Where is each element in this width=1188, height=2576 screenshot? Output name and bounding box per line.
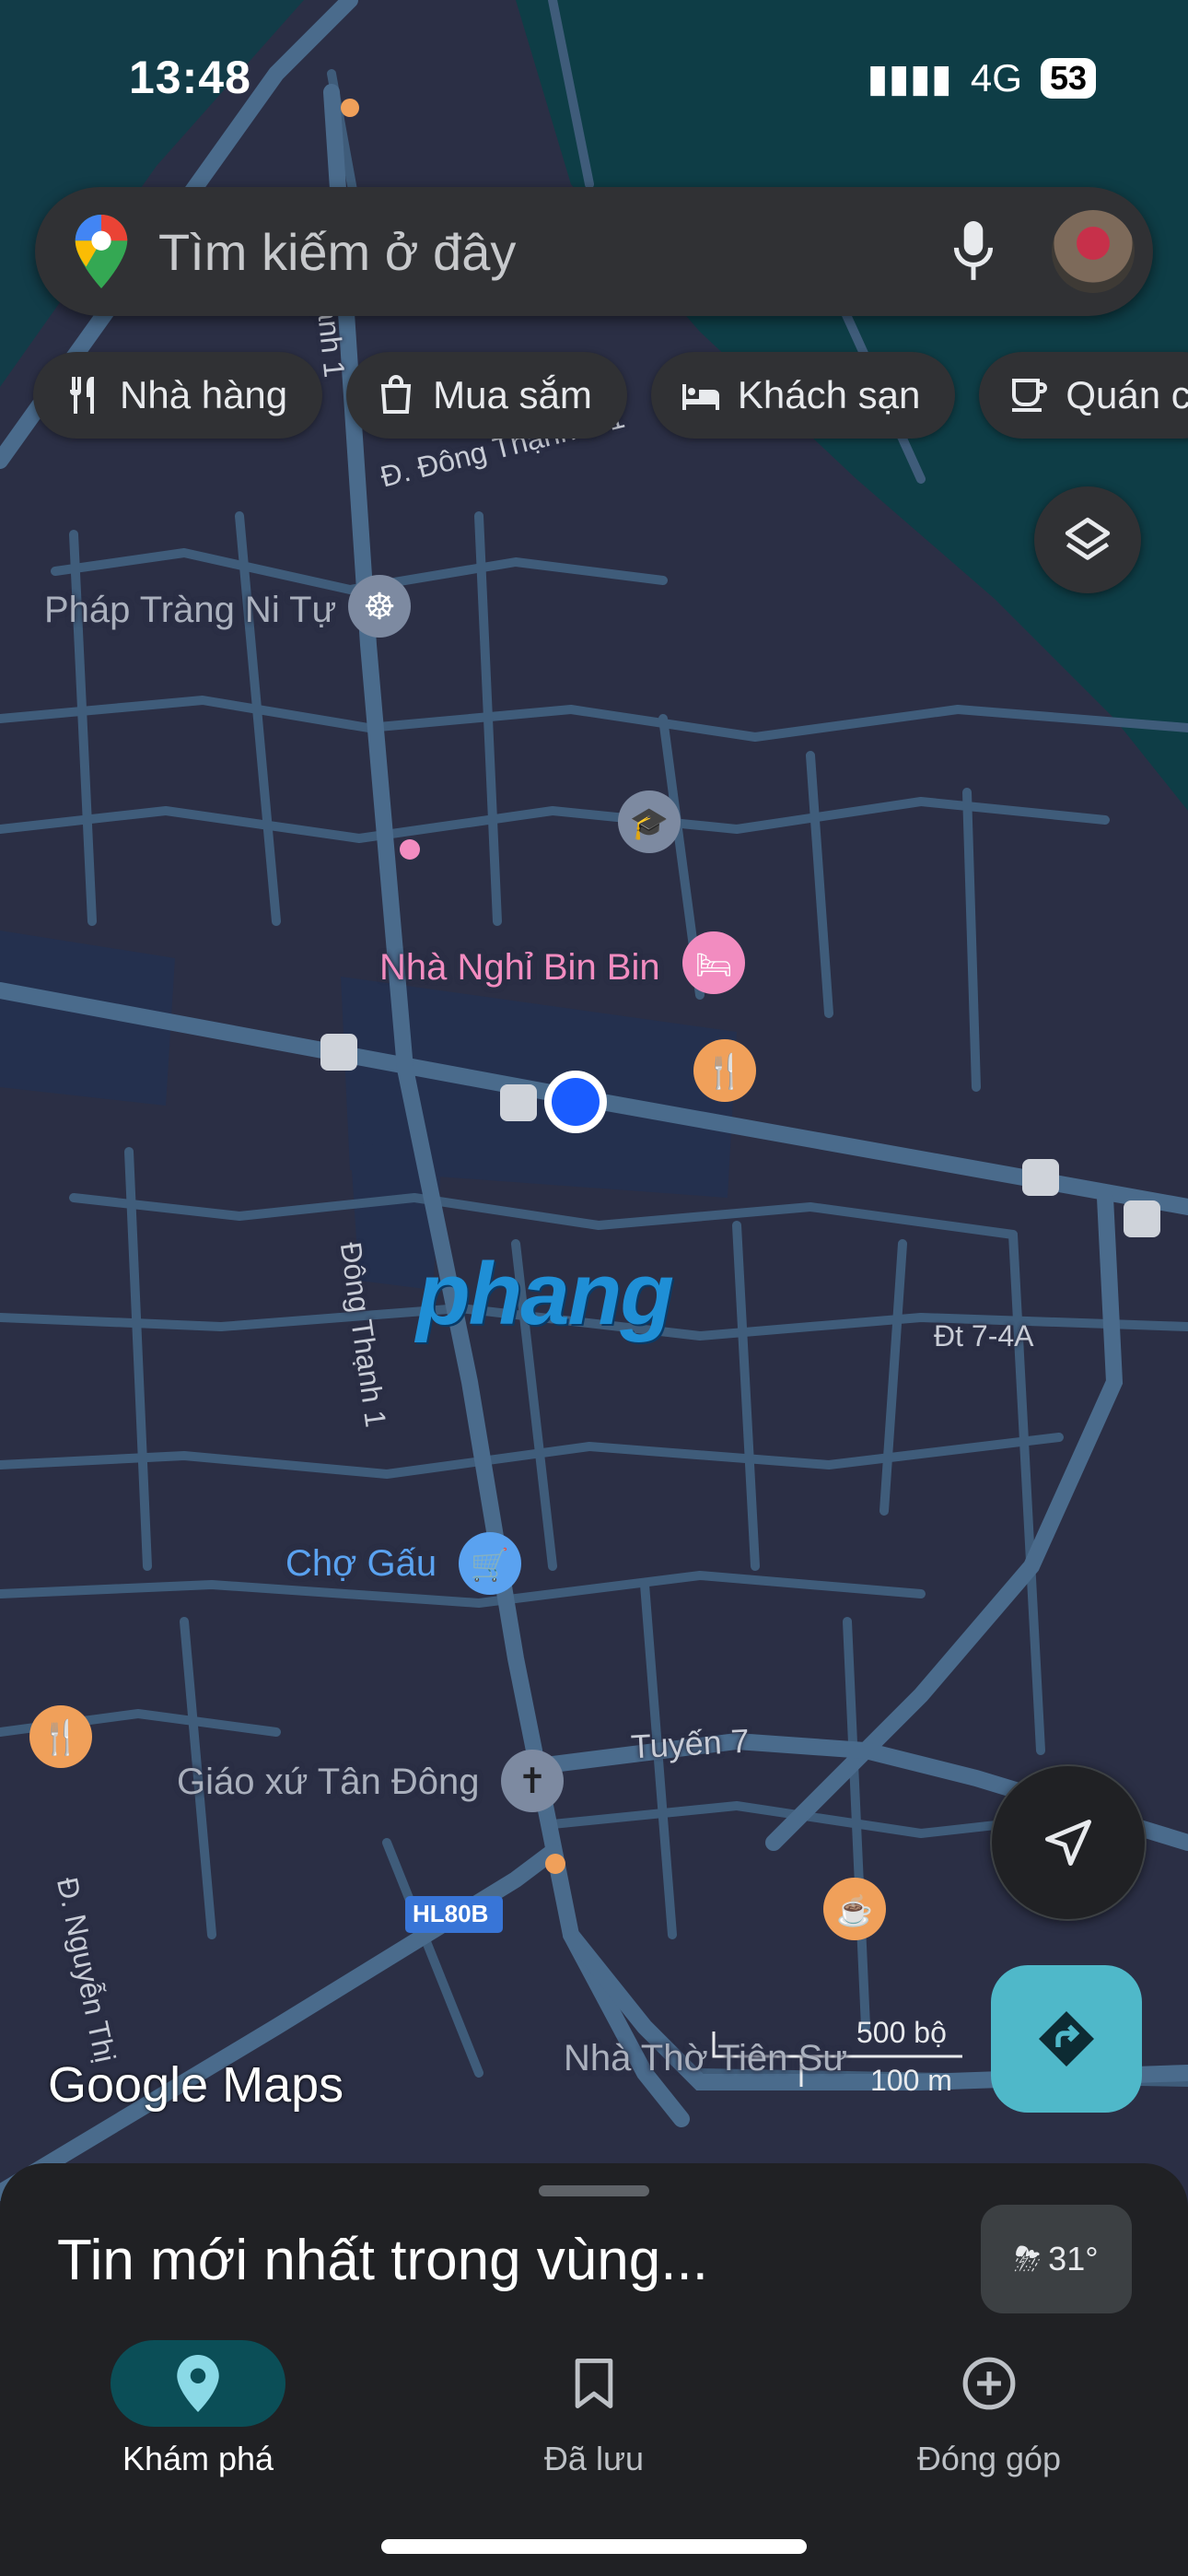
road-label-dt-7-4a: Đt 7-4A xyxy=(934,1319,1034,1352)
hotel-pin: 🛏 xyxy=(682,931,745,994)
road-label-tuyen-7: Tuyến 7 xyxy=(629,1721,751,1766)
layers-icon xyxy=(1065,517,1111,560)
battery-icon: 53 xyxy=(1040,57,1096,99)
svg-text:🍴: 🍴 xyxy=(705,1052,746,1091)
bed-icon xyxy=(681,384,719,410)
svg-text:🎓: 🎓 xyxy=(630,806,669,841)
svg-text:✝: ✝ xyxy=(518,1762,547,1801)
svg-text:🛒: 🛒 xyxy=(471,1547,509,1583)
explore-pin-icon xyxy=(177,2355,219,2412)
chip-label: Mua sắm xyxy=(433,373,592,416)
add-circle-icon xyxy=(962,2357,1016,2410)
signal-icon: ▮▮▮▮ xyxy=(867,56,952,100)
layers-button[interactable] xyxy=(1034,486,1141,593)
bookmark-icon xyxy=(575,2359,613,2408)
restaurant-pin: 🍴 xyxy=(693,1039,756,1102)
church-pin: ✝ xyxy=(501,1750,564,1812)
nav-label: Đóng góp xyxy=(916,2440,1062,2477)
scale-imperial: 500 bộ xyxy=(856,2016,947,2049)
chip-label: Nhà hàng xyxy=(120,373,288,416)
nav-contribute[interactable]: Đóng góp xyxy=(851,2340,1127,2478)
navigation-arrow-icon xyxy=(1045,1820,1091,1866)
bus-stop-icon xyxy=(1124,1200,1160,1237)
market-label[interactable]: Chợ Gấu xyxy=(285,1543,437,1585)
chip-cafes[interactable]: Quán c xyxy=(979,352,1188,439)
avatar[interactable] xyxy=(1052,210,1135,293)
chip-label: Khách sạn xyxy=(737,373,921,416)
bus-stop-icon xyxy=(500,1084,537,1121)
chip-shopping[interactable]: Mua sắm xyxy=(346,352,627,439)
my-location-button[interactable] xyxy=(990,1764,1147,1921)
google-maps-logo: Google Maps xyxy=(48,2057,344,2113)
bus-stop-icon xyxy=(1022,1159,1059,1196)
church2-label[interactable]: Nhà Thờ Tiên Sư xyxy=(564,2038,847,2079)
nav-explore[interactable]: Khám phá xyxy=(60,2340,336,2478)
svg-text:🍴: 🍴 xyxy=(41,1718,82,1757)
chip-hotels[interactable]: Khách sạn xyxy=(650,352,956,439)
svg-text:🛏: 🛏 xyxy=(695,948,733,981)
temple-label[interactable]: Pháp Tràng Ni Tự xyxy=(44,590,336,631)
google-maps-pin-icon xyxy=(75,215,128,288)
scale-metric: 100 m xyxy=(870,2064,952,2097)
school-pin: 🎓 xyxy=(618,790,681,853)
category-chips: Nhà hàng Mua sắm Khách sạn Quán c xyxy=(33,352,1188,439)
church-label[interactable]: Giáo xứ Tân Đông xyxy=(177,1762,479,1803)
nav-label: Đã lưu xyxy=(543,2440,645,2477)
svg-text:☕: ☕ xyxy=(836,1893,873,1927)
shopping-bag-icon xyxy=(381,375,412,414)
sheet-drag-handle[interactable] xyxy=(539,2185,649,2196)
chip-restaurants[interactable]: Nhà hàng xyxy=(33,352,323,439)
search-input[interactable]: Tìm kiếm ở đây xyxy=(158,222,950,282)
fork-knife-icon xyxy=(70,377,94,414)
weather-badge[interactable]: ⛈ 31° xyxy=(981,2205,1132,2313)
microphone-icon[interactable] xyxy=(950,219,996,284)
watermark-text: phang xyxy=(416,1245,674,1343)
cafe-pin: ☕ xyxy=(823,1878,886,1940)
market-pin: 🛒 xyxy=(459,1532,521,1595)
search-bar[interactable]: Tìm kiếm ở đây xyxy=(35,187,1153,316)
directions-icon xyxy=(1039,2011,1094,2067)
thunderstorm-icon: ⛈ xyxy=(1014,2239,1042,2277)
road-label-hl80b: HL80B xyxy=(413,1900,489,1927)
nav-saved[interactable]: Đã lưu xyxy=(456,2340,732,2478)
sheet-title[interactable]: Tin mới nhất trong vùng... xyxy=(57,2228,708,2293)
network-label: 4G xyxy=(970,55,1022,100)
status-indicators: ▮▮▮▮ 4G 53 xyxy=(867,55,1096,100)
directions-button[interactable] xyxy=(991,1965,1142,2113)
status-time: 13:48 xyxy=(129,52,251,103)
chip-label: Quán c xyxy=(1066,373,1188,416)
home-indicator[interactable] xyxy=(381,2539,807,2554)
svg-text:☸: ☸ xyxy=(363,587,396,627)
temperature: 31° xyxy=(1048,2240,1099,2277)
nav-label: Khám phá xyxy=(122,2440,274,2477)
temple-pin: ☸ xyxy=(348,575,411,638)
restaurant-pin-left: 🍴 xyxy=(29,1705,92,1768)
guesthouse-label[interactable]: Nhà Nghỉ Bin Bin xyxy=(379,947,660,989)
coffee-cup-icon xyxy=(1012,379,1048,412)
bus-stop-icon xyxy=(320,1034,357,1071)
